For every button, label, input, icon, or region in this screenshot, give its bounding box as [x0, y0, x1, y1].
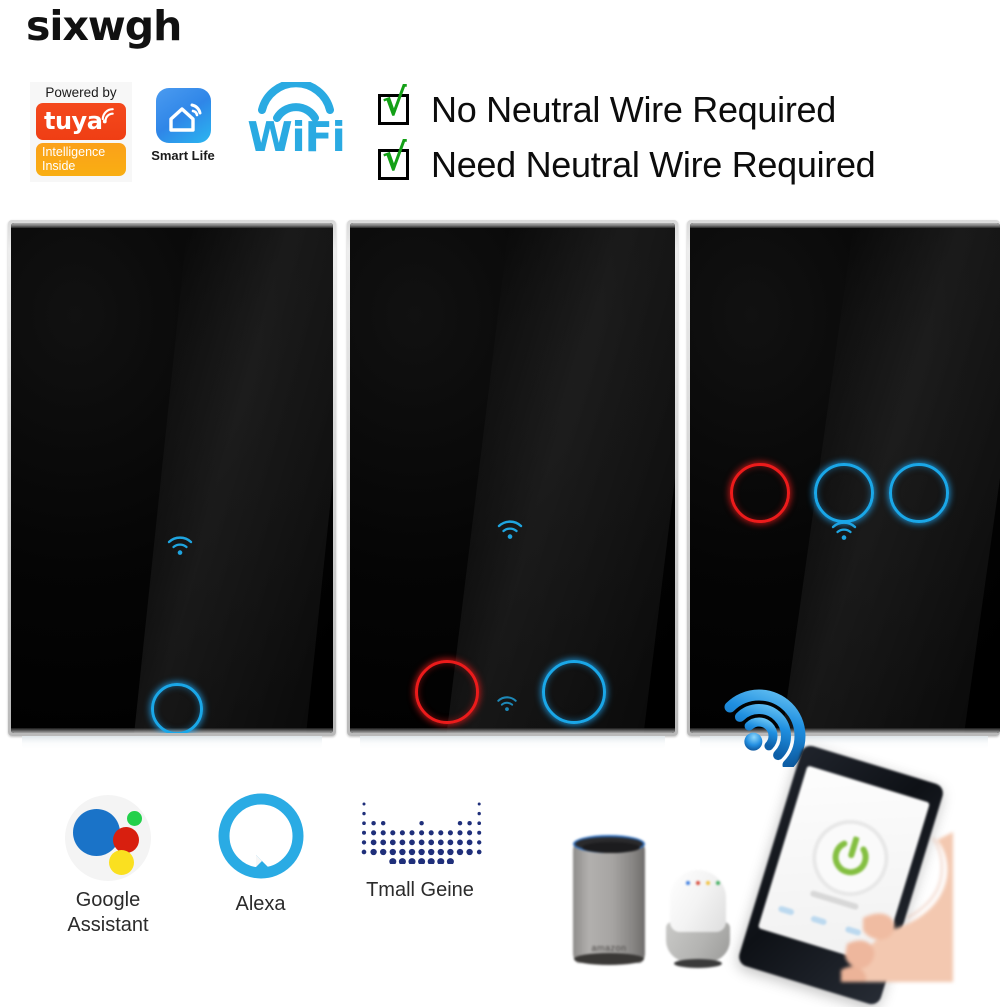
panel-top-edge [690, 223, 1000, 228]
amazon-echo-device: amazon [573, 833, 645, 965]
checkbox-checked-icon: √ [378, 84, 409, 125]
tmall-genie-icon [356, 798, 484, 864]
google-home-leds [686, 881, 720, 887]
feature-row: √ Need Neutral Wire Required [378, 137, 876, 192]
echo-base [574, 953, 644, 965]
google-home-top [670, 870, 726, 932]
tuya-wordmark: tuya [44, 107, 103, 135]
wifi-wordmark: WiFi [247, 113, 345, 161]
panel-1-shadow [22, 736, 322, 749]
assistant-alexa-label: Alexa [235, 893, 286, 915]
panel-glass-surface [350, 223, 675, 733]
panel-wifi-indicator-icon-lower [497, 696, 517, 711]
smart-home-icon [155, 88, 211, 143]
feature-row: √ No Neutral Wire Required [378, 82, 875, 137]
tuya-wifi-icon [101, 108, 114, 124]
switch-panel-1-gang[interactable] [8, 220, 336, 736]
panel-wifi-indicator-icon [831, 521, 857, 540]
tuya-logo-block: tuya [36, 103, 126, 140]
smart-life-badge: Smart Life [148, 88, 218, 163]
tuya-tagline-line1: Intelligence [42, 145, 106, 159]
hand-graphic [841, 832, 953, 982]
feature-label: Need Neutral Wire Required [431, 143, 876, 185]
smart-life-label: Smart Life [151, 148, 215, 163]
panel-top-edge [350, 223, 675, 228]
echo-top-ring [573, 835, 645, 853]
assistant-google: Google Assistant [60, 795, 156, 938]
panel-glass-surface [11, 223, 333, 733]
touch-button-1[interactable] [415, 660, 479, 724]
assistant-tmall-label: Tmall Geine [366, 879, 474, 901]
assistant-google-label: Google Assistant [60, 888, 156, 938]
brand-logo: sixwgh [26, 2, 182, 50]
google-home-foot [674, 959, 722, 968]
check-mark-glyph: √ [382, 136, 407, 179]
ga-red-dot [113, 827, 139, 853]
touch-button-3[interactable] [889, 463, 949, 523]
panel-2-shadow [360, 736, 665, 749]
tuya-tagline-line2: Inside [42, 159, 76, 173]
touch-button-1[interactable] [151, 683, 203, 733]
echo-top-inner [582, 842, 640, 853]
smartphone-in-hand [736, 743, 953, 1007]
product-image-canvas: sixwgh Powered by tuya Intelligence Insi… [0, 0, 1000, 1007]
switch-panel-2-gang[interactable] [347, 220, 678, 736]
panel-wifi-indicator-icon [497, 520, 523, 539]
feature-label: No Neutral Wire Required [431, 88, 836, 130]
tuya-powered-by-label: Powered by [45, 85, 117, 100]
touch-button-2[interactable] [542, 660, 606, 724]
checkbox-checked-icon: √ [378, 139, 409, 180]
ga-blue-dot [73, 809, 120, 856]
wifi-badge: WiFi [235, 82, 357, 162]
google-assistant-icon [65, 795, 151, 881]
panel-bottom-edge [350, 728, 675, 733]
switch-panel-3-gang[interactable] [687, 220, 1000, 736]
touch-button-1[interactable] [730, 463, 790, 523]
panel-wifi-indicator-icon [167, 536, 193, 555]
panel-glass-surface [690, 223, 1000, 733]
panel-top-edge [11, 223, 333, 228]
touch-button-2[interactable] [814, 463, 874, 523]
alexa-icon [218, 793, 304, 879]
wifi-3d-icon [712, 672, 807, 771]
ga-green-dot [127, 811, 142, 826]
assistant-alexa: Alexa [203, 793, 318, 917]
ga-yellow-dot [109, 850, 134, 875]
amazon-wordmark: amazon [591, 943, 627, 953]
assistant-google-label-line1: Google [75, 889, 141, 911]
feature-checklist: √ No Neutral Wire Required √ Need Neutra… [378, 82, 876, 192]
tuya-tagline: Intelligence Inside [36, 143, 126, 176]
assistant-tmall: Tmall Geine [335, 798, 505, 903]
google-home-device [666, 870, 730, 968]
check-mark-glyph: √ [382, 81, 407, 124]
tuya-badge: Powered by tuya Intelligence Inside [30, 82, 132, 182]
assistant-google-label-line2: Assistant [67, 914, 149, 936]
